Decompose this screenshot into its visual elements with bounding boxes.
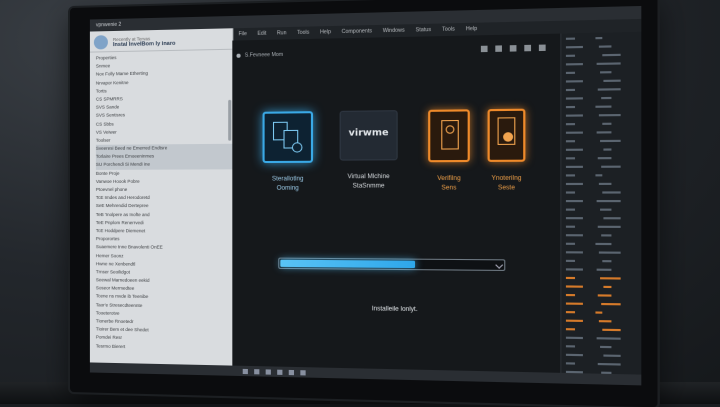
user-profile-icon xyxy=(428,109,470,162)
window-title: vpnwenie 2 xyxy=(96,22,121,29)
toolbar-icons xyxy=(481,45,546,53)
property-row[interactable] xyxy=(566,223,637,230)
properties-panel xyxy=(560,32,641,386)
property-row[interactable] xyxy=(566,335,637,343)
sidebar-item[interactable]: TcE Imdes and Herodoretd xyxy=(96,194,232,202)
toolbar-icon[interactable] xyxy=(495,45,502,51)
main-label: S.Fevneee Mom xyxy=(245,52,283,59)
sidebar-list: Properties Snmee Nox Folly Mame Ethertin… xyxy=(90,50,232,353)
property-row[interactable] xyxy=(566,172,637,179)
status-text: Installeile lonlyt. xyxy=(372,306,418,313)
property-row[interactable] xyxy=(566,103,637,110)
menu-status[interactable]: Status xyxy=(416,27,431,34)
property-row[interactable] xyxy=(566,86,637,93)
menu-edit[interactable]: Edit xyxy=(257,31,266,37)
property-row[interactable] xyxy=(566,120,637,127)
step-title: Sterallotlng xyxy=(253,175,322,184)
property-row[interactable] xyxy=(566,51,637,59)
step-subtitle: Ooming xyxy=(253,184,322,193)
sidebar-item[interactable]: TeB 'Inolpere as Inofte and xyxy=(96,211,232,220)
property-row[interactable] xyxy=(566,241,637,248)
toolbar-icon[interactable] xyxy=(481,46,488,52)
property-row[interactable] xyxy=(566,60,637,68)
step-title: Virtual Mlchine xyxy=(333,173,404,183)
taskbar-icon[interactable] xyxy=(277,369,282,374)
step-subtitle: Seste xyxy=(470,184,544,194)
property-row[interactable] xyxy=(566,326,637,334)
property-row[interactable] xyxy=(566,69,637,77)
property-row[interactable] xyxy=(566,309,637,316)
step-card-virtual-machine[interactable]: virwme Virtual Mlchine StaSnmme xyxy=(333,110,404,192)
chevron-down-icon[interactable] xyxy=(495,261,503,268)
taskbar-icon[interactable] xyxy=(266,369,271,374)
sidebar-item[interactable]: Tesrmo Bierert xyxy=(96,342,232,353)
toolbar-icon[interactable] xyxy=(510,45,517,51)
property-row[interactable] xyxy=(566,232,637,239)
toolbar-icon[interactable] xyxy=(524,45,531,52)
sidebar-item[interactable]: Ptoevnel phone xyxy=(96,186,232,194)
property-row[interactable] xyxy=(566,189,637,196)
menu-tools[interactable]: Tools xyxy=(297,30,309,36)
property-row[interactable] xyxy=(566,43,637,51)
property-row[interactable] xyxy=(566,146,637,153)
vmware-logo-text: virwme xyxy=(341,129,397,139)
property-row[interactable] xyxy=(566,300,637,307)
property-row[interactable] xyxy=(566,266,637,273)
property-row[interactable] xyxy=(566,343,637,351)
sidebar: Recently at Tervas Instal InvelBom ly in… xyxy=(90,28,233,376)
install-progress-bar xyxy=(278,258,505,271)
property-row[interactable] xyxy=(566,360,637,368)
property-row[interactable] xyxy=(566,317,637,325)
menu-help-2[interactable]: Help xyxy=(466,26,477,33)
property-row[interactable] xyxy=(566,34,637,42)
taskbar-icon[interactable] xyxy=(254,369,259,374)
app-logo-icon xyxy=(94,35,108,49)
menu-file[interactable]: File xyxy=(239,31,247,37)
property-row[interactable] xyxy=(566,138,637,145)
status-dot-icon xyxy=(236,54,240,58)
taskbar-icon[interactable] xyxy=(300,370,305,375)
sidebar-header: Recently at Tervas Instal InvelBom ly in… xyxy=(90,28,232,52)
property-row[interactable] xyxy=(566,249,637,256)
menu-run[interactable]: Run xyxy=(277,30,287,36)
step-card-installing[interactable]: Sterallotlng Ooming xyxy=(253,111,322,194)
property-row[interactable] xyxy=(566,215,637,222)
document-check-icon xyxy=(263,111,314,163)
toolbar-icon[interactable] xyxy=(539,45,546,52)
vmware-logo: virwme xyxy=(340,110,398,160)
property-row[interactable] xyxy=(566,129,637,136)
menu-help[interactable]: Help xyxy=(320,29,331,35)
property-row[interactable] xyxy=(566,77,637,85)
property-row[interactable] xyxy=(566,292,637,299)
device-check-icon xyxy=(488,109,526,162)
property-row[interactable] xyxy=(566,258,637,265)
property-row[interactable] xyxy=(566,94,637,101)
property-row[interactable] xyxy=(566,206,637,213)
property-row[interactable] xyxy=(566,155,637,162)
property-row[interactable] xyxy=(566,352,637,360)
menu-components[interactable]: Components xyxy=(342,28,372,35)
taskbar-icon[interactable] xyxy=(289,369,294,374)
menu-windows[interactable]: Windows xyxy=(383,27,405,34)
property-row[interactable] xyxy=(566,112,637,119)
property-row[interactable] xyxy=(566,181,637,188)
step-subtitle: StaSnmme xyxy=(333,182,404,191)
property-row[interactable] xyxy=(566,163,637,170)
step-card-monitoring[interactable]: Ynoterilng Seste xyxy=(470,108,544,193)
sidebar-scrollbar[interactable] xyxy=(228,100,231,141)
main-panel: S.Fevneee Mom Sterallotlng Ooming virwme xyxy=(232,34,561,384)
monitor: vpnwenie 2 File Edit Run Tools Help Comp… xyxy=(70,0,658,407)
sidebar-title: Instal InvelBom ly inaro xyxy=(113,40,176,47)
taskbar-icon[interactable] xyxy=(243,368,248,373)
property-row[interactable] xyxy=(566,275,637,282)
screen: vpnwenie 2 File Edit Run Tools Help Comp… xyxy=(90,6,641,385)
step-title: Ynoterilng xyxy=(470,174,544,184)
sidebar-item[interactable]: Vanwoe Hoook Pobre xyxy=(96,177,232,186)
property-row[interactable] xyxy=(566,198,637,204)
menu-tools-2[interactable]: Tools xyxy=(442,26,455,33)
property-row[interactable] xyxy=(566,283,637,290)
progress-fill xyxy=(280,260,414,268)
sidebar-item[interactable]: SeE Mehrendid Dertepree xyxy=(96,202,232,210)
